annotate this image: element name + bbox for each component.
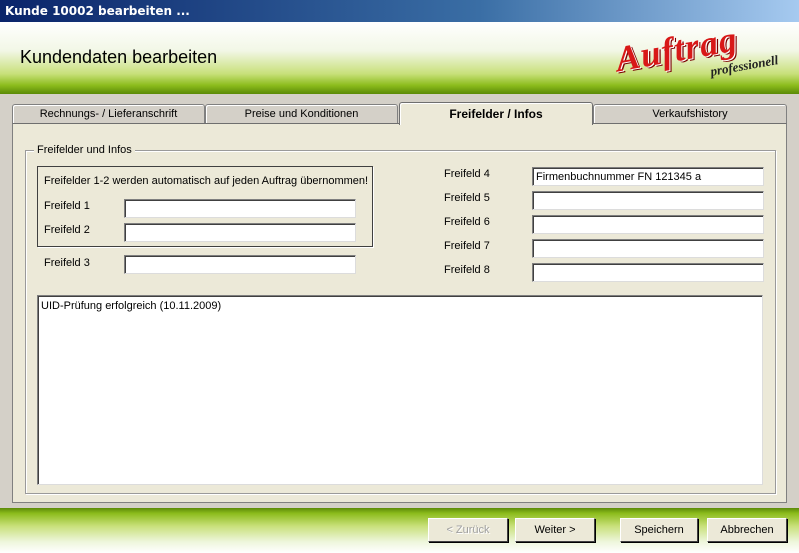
next-button[interactable]: Weiter > [515,518,595,542]
header-banner: Kundendaten bearbeiten Auftrag professio… [0,19,799,94]
tab-preise-konditionen[interactable]: Preise und Konditionen [205,104,398,124]
freifeld-3-input[interactable] [124,255,356,274]
freifeld-4-input[interactable] [532,167,764,186]
tab-freifelder-infos[interactable]: Freifelder / Infos [399,102,593,125]
freifeld-8-input[interactable] [532,263,764,282]
freifeld-7-label: Freifeld 7 [444,240,490,252]
groupbox-title: Freifelder und Infos [34,144,135,156]
freifeld-5-input[interactable] [532,191,764,210]
save-button[interactable]: Speichern [620,518,698,542]
freifeld-3-label: Freifeld 3 [44,257,90,269]
tab-verkaufshistory[interactable]: Verkaufshistory [593,104,787,124]
freifeld-4-label: Freifeld 4 [444,168,490,180]
tab-panel-freifelder: Freifelder und Infos Freifelder 1-2 werd… [12,123,787,503]
cancel-button[interactable]: Abbrechen [707,518,787,542]
freifeld-5-label: Freifeld 5 [444,192,490,204]
page-title: Kundendaten bearbeiten [20,47,218,67]
freifeld-7-input[interactable] [532,239,764,258]
tab-bar: Rechnungs- / Lieferanschrift Preise und … [12,102,787,125]
window-titlebar: Kunde 10002 bearbeiten ... [0,0,799,22]
info-memo[interactable]: UID-Prüfung erfolgreich (10.11.2009) [37,295,763,485]
freifeld-6-input[interactable] [532,215,764,234]
back-button[interactable]: < Zurück [428,518,508,542]
freifeld-1-input[interactable] [124,199,356,218]
freifeld-1-label: Freifeld 1 [44,200,90,212]
brand-logo: Auftrag professionell [611,19,781,84]
auto-fields-note: Freifelder 1-2 werden automatisch auf je… [44,175,369,187]
freifeld-2-label: Freifeld 2 [44,224,90,236]
freifeld-2-input[interactable] [124,223,356,242]
freifeld-8-label: Freifeld 8 [444,264,490,276]
freifeld-6-label: Freifeld 6 [444,216,490,228]
tab-rechnungsanschrift[interactable]: Rechnungs- / Lieferanschrift [12,104,205,124]
